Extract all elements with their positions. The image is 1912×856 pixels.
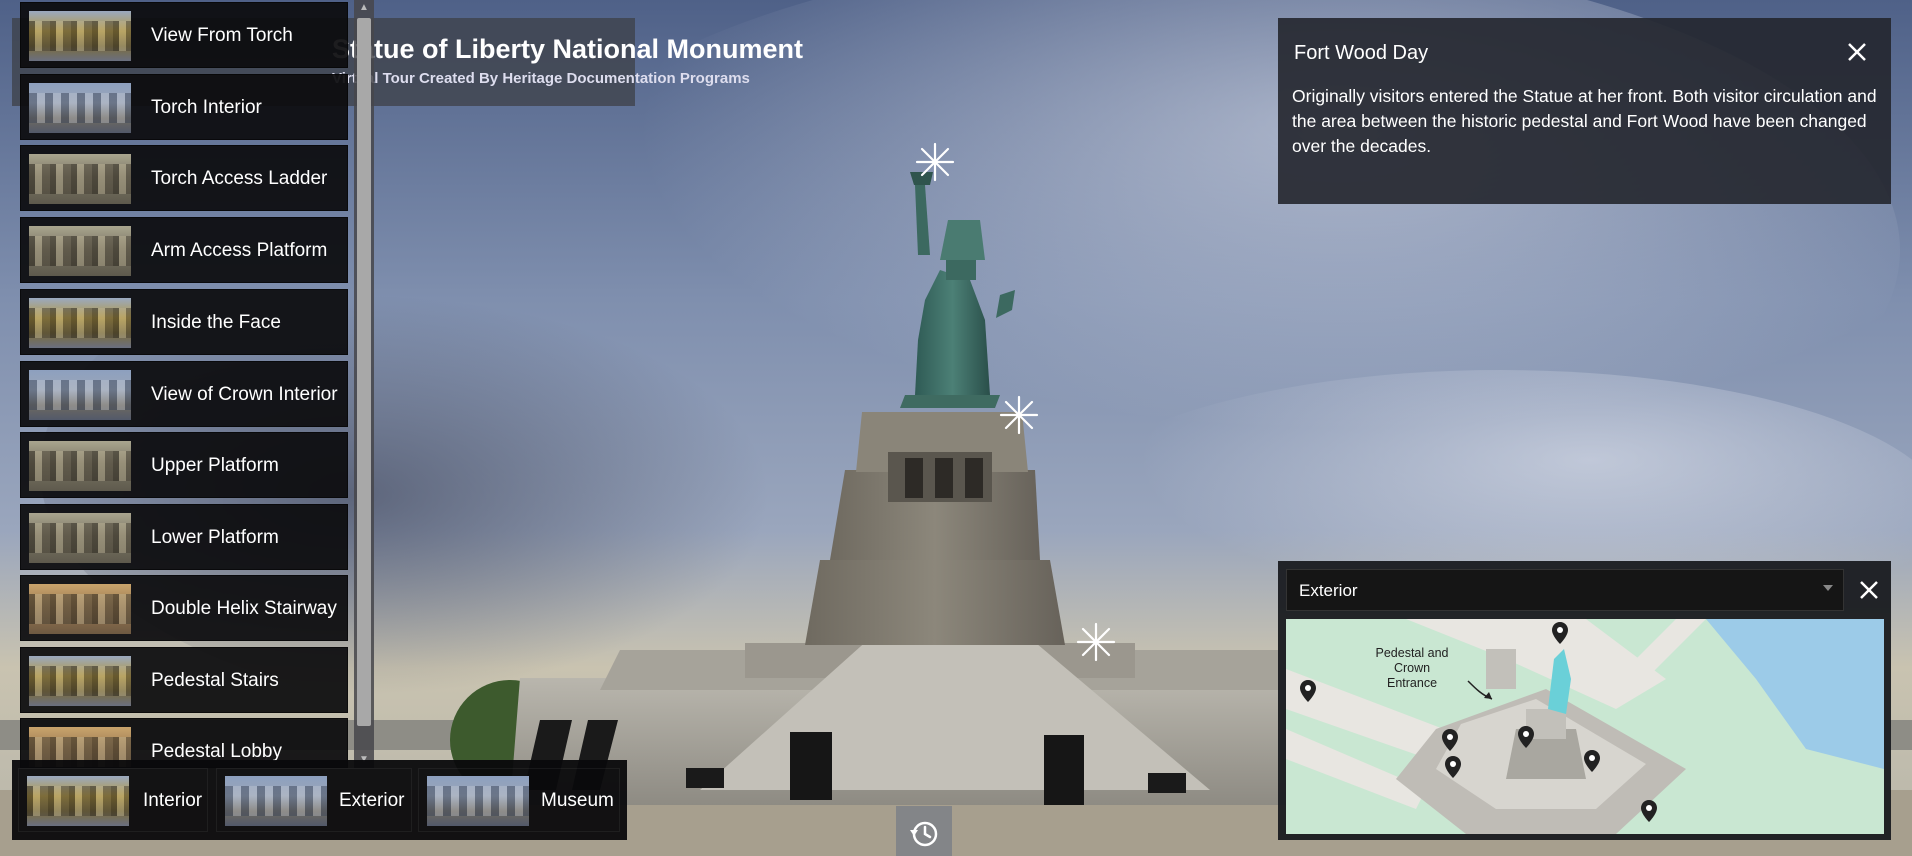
scene-item-pedestal-stairs[interactable]: Pedestal Stairs: [20, 647, 348, 713]
scene-thumbnail: [29, 298, 131, 348]
category-thumbnail: [225, 776, 327, 826]
scene-label: Pedestal Stairs: [151, 670, 279, 691]
hotspot-sparkle-icon[interactable]: [913, 140, 957, 184]
scene-list: View From Torch Torch Interior Torch Acc…: [12, 0, 374, 768]
scene-label: View From Torch: [151, 25, 293, 46]
scene-item-double-helix-stairway[interactable]: Double Helix Stairway: [20, 575, 348, 641]
scene-item-upper-platform[interactable]: Upper Platform: [20, 432, 348, 498]
scene-label: Arm Access Platform: [151, 240, 328, 261]
scene-label: Torch Interior: [151, 97, 262, 118]
site-map[interactable]: Pedestal and Crown Entrance: [1286, 619, 1884, 834]
history-icon: [910, 821, 938, 847]
info-body: Originally visitors entered the Statue a…: [1292, 86, 1877, 156]
category-interior[interactable]: Interior: [18, 768, 208, 832]
scene-thumbnail: [29, 226, 131, 276]
scene-label: View of Crown Interior: [151, 384, 338, 405]
category-thumbnail: [427, 776, 529, 826]
map-panel: Exterior Pedestal and Crown Entrance: [1278, 561, 1891, 840]
map-pin-icon[interactable]: [1441, 728, 1459, 752]
category-exterior[interactable]: Exterior: [216, 768, 412, 832]
hotspot-sparkle-icon[interactable]: [1074, 620, 1118, 664]
map-label: Pedestal and Crown Entrance: [1375, 646, 1449, 690]
scene-item-lower-platform[interactable]: Lower Platform: [20, 504, 348, 570]
map-pin-icon[interactable]: [1299, 679, 1317, 703]
map-pin-icon[interactable]: [1551, 621, 1569, 645]
scene-label: Lower Platform: [151, 527, 279, 548]
scene-label: Double Helix Stairway: [151, 598, 337, 619]
chevron-down-icon: [1823, 585, 1833, 591]
scene-thumbnail: [29, 441, 131, 491]
close-icon[interactable]: [1845, 40, 1869, 64]
category-label: Museum: [541, 790, 614, 811]
scene-item-view-of-crown-interior[interactable]: View of Crown Interior: [20, 361, 348, 427]
info-title: Fort Wood Day: [1294, 42, 1429, 64]
map-select-value: Exterior: [1299, 581, 1358, 600]
category-label: Interior: [143, 790, 203, 811]
scene-thumbnail: [29, 154, 131, 204]
scene-thumbnail: [29, 513, 131, 563]
scroll-up-arrow-icon[interactable]: ▲: [354, 0, 374, 16]
scene-thumbnail: [29, 584, 131, 634]
scene-label: Torch Access Ladder: [151, 168, 328, 189]
scene-thumbnail: [29, 656, 131, 706]
map-pin-icon[interactable]: [1444, 755, 1462, 779]
scene-list-scrollbar[interactable]: ▲ ▼: [354, 0, 374, 768]
scene-thumbnail: [29, 370, 131, 420]
category-museum[interactable]: Museum: [418, 768, 620, 832]
scene-item-torch-interior[interactable]: Torch Interior: [20, 74, 348, 140]
scene-label: Upper Platform: [151, 455, 279, 476]
tour-title: Statue of Liberty National Monument: [332, 34, 804, 64]
scene-thumbnail: [29, 11, 131, 61]
scroll-thumb[interactable]: [357, 18, 371, 726]
scene-thumbnail: [29, 83, 131, 133]
close-icon[interactable]: [1856, 577, 1882, 603]
category-bar: Interior Exterior Museum: [12, 760, 627, 840]
scene-label: Inside the Face: [151, 312, 281, 333]
info-panel: Fort Wood Day Originally visitors entere…: [1278, 18, 1891, 204]
map-pin-icon[interactable]: [1640, 799, 1658, 823]
map-pin-icon[interactable]: [1517, 725, 1535, 749]
category-label: Exterior: [339, 790, 405, 811]
scene-item-torch-access-ladder[interactable]: Torch Access Ladder: [20, 145, 348, 211]
map-pin-icon[interactable]: [1583, 749, 1601, 773]
scene-item-view-from-torch[interactable]: View From Torch: [20, 2, 348, 68]
scene-item-arm-access-platform[interactable]: Arm Access Platform: [20, 217, 348, 283]
history-button[interactable]: [896, 806, 952, 856]
tour-subtitle: Virtual Tour Created By Heritage Documen…: [332, 70, 750, 87]
map-area-select[interactable]: Exterior: [1286, 569, 1844, 611]
scene-item-inside-the-face[interactable]: Inside the Face: [20, 289, 348, 355]
hotspot-sparkle-icon[interactable]: [997, 393, 1041, 437]
category-thumbnail: [27, 776, 129, 826]
